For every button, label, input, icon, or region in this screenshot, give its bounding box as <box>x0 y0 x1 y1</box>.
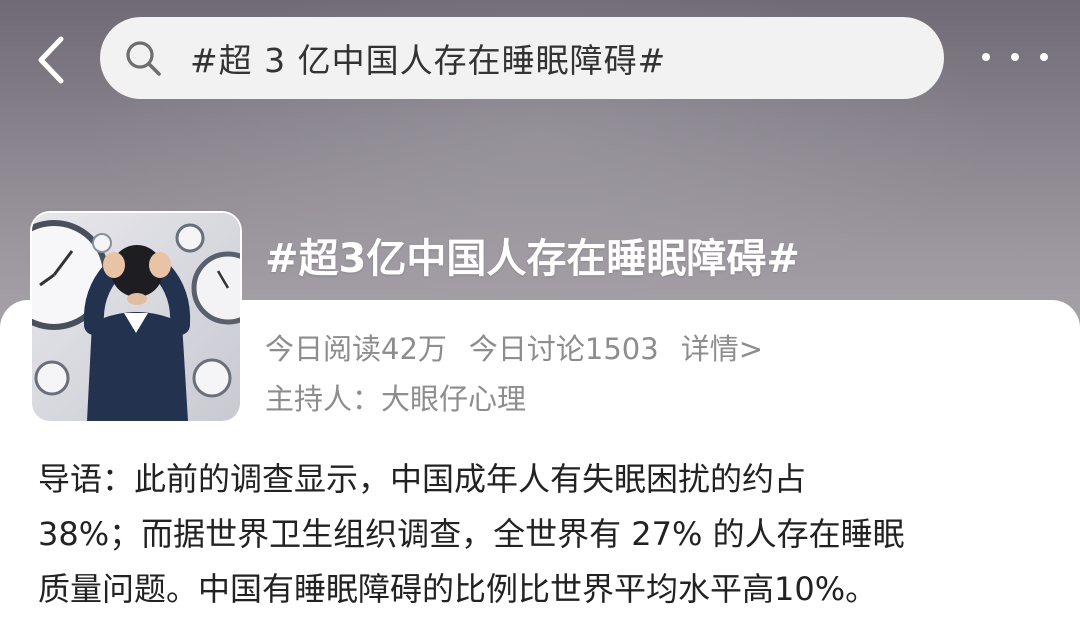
discussions-today: 今日讨论1503 <box>468 332 659 366</box>
details-link[interactable]: 详情> <box>681 332 763 366</box>
more-dots-icon <box>982 53 990 61</box>
reads-today: 今日阅读42万 <box>265 332 447 366</box>
more-dot <box>1040 53 1048 61</box>
search-bar[interactable]: #超 3 亿中国人存在睡眠障碍# <box>100 17 944 99</box>
topic-intro: 导语：此前的调查显示，中国成年人有失眠困扰的约占 38%；而据世界卫生组织调查，… <box>38 452 1048 617</box>
intro-line: 质量问题。中国有睡眠障碍的比例比世界平均水平高10%。 <box>38 570 878 608</box>
more-dot <box>1011 53 1019 61</box>
search-query-text[interactable]: #超 3 亿中国人存在睡眠障碍# <box>190 34 666 82</box>
intro-line: 38%；而据世界卫生组织调查，全世界有 27% 的人存在睡眠 <box>38 515 905 553</box>
topic-title: #超3亿中国人存在睡眠障碍# <box>265 236 800 282</box>
search-icon <box>122 37 164 79</box>
intro-line: 导语：此前的调查显示，中国成年人有失眠困扰的约占 <box>38 460 807 498</box>
chevron-left-icon <box>38 36 64 84</box>
back-button[interactable] <box>28 34 72 86</box>
more-button[interactable] <box>982 42 1048 72</box>
topic-thumbnail <box>32 213 240 421</box>
topic-host: 主持人：大眼仔心理 <box>265 382 527 416</box>
topic-stats: 今日阅读42万 今日讨论1503 详情> <box>265 326 785 368</box>
